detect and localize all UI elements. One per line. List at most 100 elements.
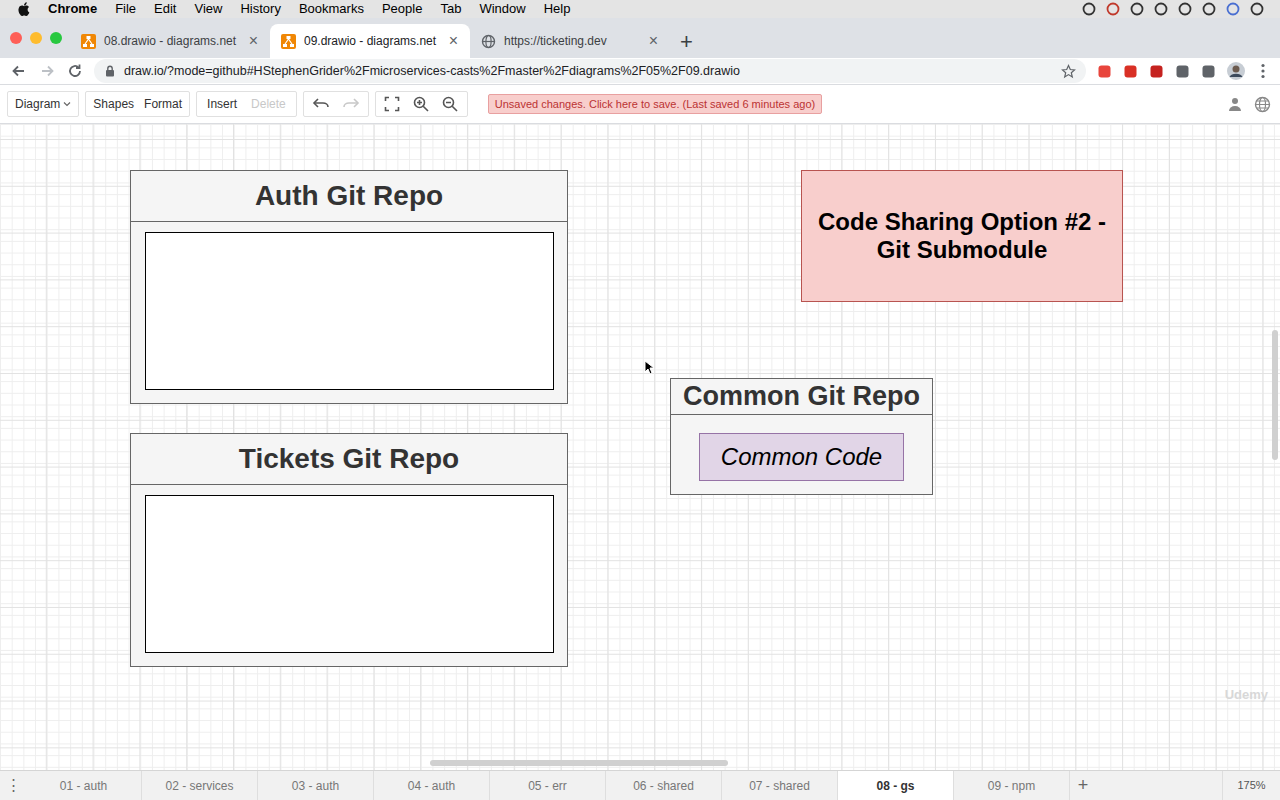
status-icon[interactable] [1178, 2, 1192, 16]
app-menu[interactable]: Chrome [48, 0, 97, 19]
repo-title[interactable]: Tickets Git Repo [131, 434, 567, 485]
repo-content-box[interactable] [145, 495, 554, 653]
menu-item[interactable]: People [382, 0, 422, 19]
fit-icon[interactable] [384, 96, 401, 113]
extension-icon[interactable] [1200, 63, 1216, 79]
tab-close-button[interactable]: × [247, 33, 260, 49]
page-tab[interactable]: 01 - auth [26, 771, 142, 800]
profile-icon[interactable] [1226, 61, 1246, 81]
menu-item[interactable]: Bookmarks [299, 0, 364, 19]
repo-container[interactable]: Tickets Git Repo [130, 433, 568, 667]
page-tab[interactable]: 05 - err [490, 771, 606, 800]
globe-icon [480, 33, 496, 49]
extension-icon[interactable] [1096, 63, 1112, 79]
back-icon[interactable] [10, 62, 28, 80]
page-tab[interactable]: 03 - auth [258, 771, 374, 800]
common-code-box[interactable]: Common Code [699, 433, 904, 481]
status-icon[interactable] [1226, 2, 1240, 16]
note-box[interactable]: Code Sharing Option #2 - Git Submodule [801, 170, 1123, 302]
menu-item[interactable]: History [240, 0, 280, 19]
format-button[interactable]: Format [144, 95, 182, 113]
window-controls [0, 18, 70, 58]
reload-icon[interactable] [66, 62, 84, 80]
zoom-in-icon[interactable] [413, 96, 430, 113]
history-group [303, 91, 369, 117]
tab-close-button[interactable]: × [447, 33, 460, 49]
tab-title: 08.drawio - diagrams.net [104, 32, 239, 50]
kebab-menu-icon[interactable] [1256, 62, 1270, 80]
shapes-button[interactable]: Shapes [93, 95, 134, 113]
status-icon[interactable] [1130, 2, 1144, 16]
tab-title: https://ticketing.dev [504, 32, 639, 50]
cursor-icon [643, 359, 655, 375]
diagram-menu-label[interactable]: Diagram [15, 95, 60, 113]
unsaved-notice[interactable]: Unsaved changes. Click here to save. (La… [488, 94, 822, 114]
diagram-menu[interactable]: Diagram [7, 91, 79, 117]
diagram-canvas[interactable]: Auth Git Repo Tickets Git Repo Common Git … [0, 124, 1280, 770]
lock-icon [104, 64, 116, 78]
extension-icon[interactable] [1174, 63, 1190, 79]
forward-icon[interactable] [38, 62, 56, 80]
insert-button[interactable]: Insert [207, 95, 237, 113]
repo-container[interactable]: Common Git Repo Common Code [670, 378, 933, 495]
page-tabs-bar: ⋮01 - auth02 - services03 - auth04 - aut… [0, 770, 1280, 800]
status-icon[interactable] [1202, 2, 1216, 16]
status-icon[interactable] [1154, 2, 1168, 16]
menu-item[interactable]: Tab [440, 0, 461, 19]
browser-tab[interactable]: https://ticketing.dev × [470, 24, 670, 58]
udemy-watermark: Udemy [1225, 685, 1268, 705]
panel-toggles: Shapes Format [85, 91, 190, 117]
tab-close-button[interactable]: × [647, 33, 660, 49]
menu-item[interactable]: Window [479, 0, 525, 19]
horizontal-scrollbar[interactable] [430, 760, 728, 766]
browser-tab[interactable]: 08.drawio - diagrams.net × [70, 24, 270, 58]
repo-content-box[interactable] [145, 232, 554, 390]
page-tab[interactable]: 04 - auth [374, 771, 490, 800]
new-tab-button[interactable]: + [670, 24, 703, 58]
toolbar-right [1227, 95, 1273, 113]
undo-icon[interactable] [312, 95, 330, 113]
page-tab[interactable]: 02 - services [142, 771, 258, 800]
minimize-button[interactable] [30, 32, 42, 44]
url-field[interactable]: draw.io/?mode=github#HStephenGrider%2Fmi… [94, 59, 1086, 83]
url-text[interactable]: draw.io/?mode=github#HStephenGrider%2Fmi… [124, 62, 1052, 81]
apple-icon[interactable] [16, 2, 30, 16]
status-icon[interactable] [1250, 2, 1264, 16]
menu-item[interactable]: View [194, 0, 222, 19]
drawio-toolbar: Diagram Shapes Format Insert Delete Unsaved c… [0, 84, 1280, 124]
pages-menu-button[interactable]: ⋮ [0, 771, 26, 800]
add-page-button[interactable]: + [1070, 771, 1096, 800]
language-globe-icon[interactable] [1253, 95, 1271, 113]
drawio-icon [80, 33, 96, 49]
menu-item[interactable]: File [115, 0, 136, 19]
extension-icon[interactable] [1122, 63, 1138, 79]
status-icons [1082, 2, 1264, 16]
repo-title[interactable]: Common Git Repo [671, 379, 932, 415]
page-tab[interactable]: 07 - shared [722, 771, 838, 800]
zoom-level[interactable]: 175% [1222, 771, 1280, 800]
repo-title[interactable]: Auth Git Repo [131, 171, 567, 222]
zoom-button[interactable] [50, 32, 62, 44]
zoom-out-icon[interactable] [442, 96, 459, 113]
delete-button[interactable]: Delete [251, 95, 286, 113]
status-icon[interactable] [1082, 2, 1096, 16]
star-icon[interactable] [1060, 63, 1076, 79]
address-bar: draw.io/?mode=github#HStephenGrider%2Fmi… [0, 58, 1280, 84]
edit-group: Insert Delete [196, 91, 297, 117]
status-icon[interactable] [1106, 2, 1120, 16]
menu-item[interactable]: Help [544, 0, 571, 19]
browser-tab[interactable]: 09.drawio - diagrams.net × [270, 24, 470, 58]
user-icon[interactable] [1227, 96, 1243, 112]
tab-strip: 08.drawio - diagrams.net×09.drawio - dia… [0, 18, 1280, 58]
page-tab[interactable]: 08 - gs [838, 771, 954, 800]
repo-container[interactable]: Auth Git Repo [130, 170, 568, 404]
zoom-group [375, 91, 468, 117]
page-tab[interactable]: 09 - npm [954, 771, 1070, 800]
close-button[interactable] [10, 32, 22, 44]
menu-item[interactable]: Edit [154, 0, 176, 19]
redo-icon[interactable] [342, 95, 360, 113]
vertical-scrollbar[interactable] [1272, 330, 1278, 460]
tab-title: 09.drawio - diagrams.net [304, 32, 439, 50]
page-tab[interactable]: 06 - shared [606, 771, 722, 800]
extension-icon[interactable] [1148, 63, 1164, 79]
